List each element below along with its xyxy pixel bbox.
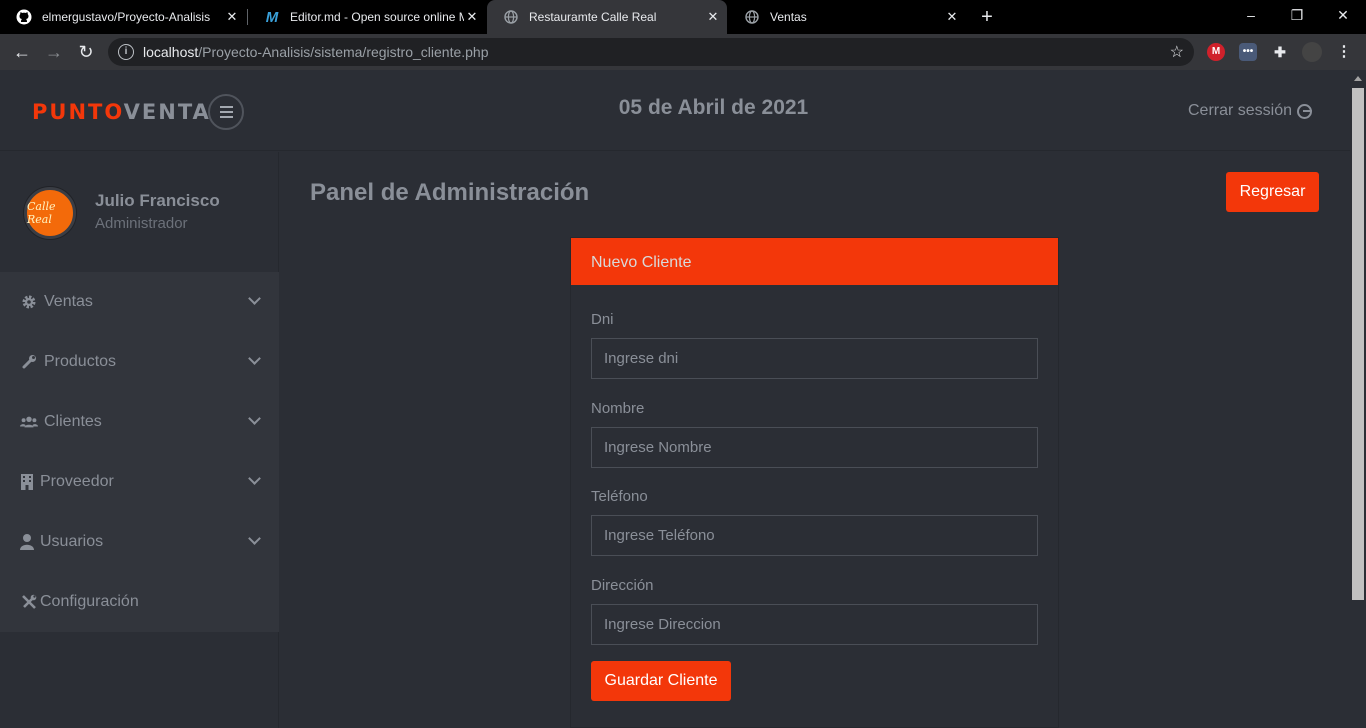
browser-tab-bar: elmergustavo/Proyecto-Analisis ✕ M Edito… xyxy=(0,0,1366,34)
chevron-down-icon xyxy=(248,532,261,545)
back-icon[interactable]: ← xyxy=(10,40,34,64)
chevron-down-icon xyxy=(248,472,261,485)
telefono-label: Teléfono xyxy=(591,488,648,505)
globe-icon xyxy=(744,9,760,25)
restore-icon[interactable]: ❐ xyxy=(1274,0,1320,30)
form-header: Nuevo Cliente xyxy=(571,238,1058,285)
sidebar-menu: Ventas Productos Clientes Proveedor Usua… xyxy=(0,272,279,632)
chevron-down-icon xyxy=(248,352,261,365)
scroll-thumb[interactable] xyxy=(1352,88,1364,600)
sidebar-item-ventas[interactable]: Ventas xyxy=(0,272,279,332)
logout-link[interactable]: Cerrar sessión xyxy=(1188,102,1313,120)
page-content: PUNTOVENTA 05 de Abril de 2021 Cerrar se… xyxy=(0,70,1350,728)
user-name: Julio Francisco xyxy=(95,191,220,210)
top-navbar: PUNTOVENTA 05 de Abril de 2021 Cerrar se… xyxy=(0,70,1350,151)
tab-label: Ventas xyxy=(770,10,807,24)
reload-icon[interactable]: ↻ xyxy=(74,40,98,64)
direccion-label: Dirección xyxy=(591,577,654,594)
url-bar[interactable]: i localhost/Proyecto-Analisis/sistema/re… xyxy=(108,38,1194,66)
close-window-icon[interactable]: ✕ xyxy=(1320,0,1366,30)
guardar-cliente-button[interactable]: Guardar Cliente xyxy=(591,661,731,701)
new-tab-icon[interactable]: + xyxy=(976,6,998,28)
page-scrollbar[interactable] xyxy=(1350,70,1366,728)
sidebar-item-label: Proveedor xyxy=(40,473,114,490)
user-profile: Calle Real Julio Francisco Administrador xyxy=(0,152,279,272)
sidebar-item-label: Configuración xyxy=(40,593,139,610)
page-title: Panel de Administración xyxy=(310,179,590,206)
forward-icon[interactable]: → xyxy=(42,40,66,64)
bookmark-star-icon[interactable]: ☆ xyxy=(1170,42,1184,62)
logout-icon xyxy=(1297,103,1313,119)
close-tab-icon[interactable]: ✕ xyxy=(705,9,721,25)
sidebar-item-clientes[interactable]: Clientes xyxy=(0,392,279,452)
tab-restaurante[interactable]: Restauramte Calle Real ✕ xyxy=(487,0,727,34)
site-info-icon[interactable]: i xyxy=(118,44,134,60)
sidebar-item-label: Clientes xyxy=(44,413,102,430)
new-client-form: Nuevo Cliente Dni Nombre Teléfono Direcc… xyxy=(570,237,1059,728)
dni-input[interactable] xyxy=(591,338,1038,379)
address-bar: ← → ↻ i localhost/Proyecto-Analisis/sist… xyxy=(0,34,1366,70)
tab-github[interactable]: elmergustavo/Proyecto-Analisis ✕ xyxy=(0,0,246,34)
sidebar-item-configuracion[interactable]: Configuración xyxy=(0,572,279,632)
editor-md-icon: M xyxy=(265,8,279,26)
tab-label: Restauramte Calle Real xyxy=(529,10,657,24)
logo[interactable]: PUNTOVENTA xyxy=(32,100,211,124)
minimize-icon[interactable]: – xyxy=(1228,0,1274,30)
sidebar-item-proveedor[interactable]: Proveedor xyxy=(0,452,279,512)
sidebar-item-label: Usuarios xyxy=(40,533,104,550)
chevron-down-icon xyxy=(248,292,261,305)
tab-ventas[interactable]: Ventas ✕ xyxy=(728,0,966,34)
dni-label: Dni xyxy=(591,311,614,328)
hamburger-menu-icon[interactable] xyxy=(208,94,244,130)
sidebar-item-usuarios[interactable]: Usuarios xyxy=(0,512,279,572)
close-tab-icon[interactable]: ✕ xyxy=(944,9,960,25)
tab-editor-md[interactable]: M Editor.md - Open source online M ✕ xyxy=(248,0,486,34)
user-icon xyxy=(20,533,34,551)
sidebar-item-productos[interactable]: Productos xyxy=(0,332,279,392)
sidebar-item-label: Ventas xyxy=(44,293,93,310)
chevron-down-icon xyxy=(248,412,261,425)
github-icon xyxy=(16,9,32,25)
mega-extension-icon[interactable]: M xyxy=(1207,43,1225,61)
tools-icon xyxy=(20,593,38,611)
tab-label: elmergustavo/Proyecto-Analisis xyxy=(42,10,211,24)
user-role: Administrador xyxy=(95,215,188,232)
sidebar-item-label: Productos xyxy=(44,353,117,370)
puzzle-icon[interactable]: ✚ xyxy=(1271,43,1289,61)
current-date: 05 de Abril de 2021 xyxy=(618,96,809,119)
close-tab-icon[interactable]: ✕ xyxy=(224,9,240,25)
direccion-input[interactable] xyxy=(591,604,1038,645)
tab-label: Editor.md - Open source online M xyxy=(290,10,464,24)
building-icon xyxy=(20,473,34,491)
close-tab-icon[interactable]: ✕ xyxy=(464,9,480,25)
url-text: localhost/Proyecto-Analisis/sistema/regi… xyxy=(143,44,489,60)
wrench-icon xyxy=(20,353,38,371)
nombre-label: Nombre xyxy=(591,400,645,417)
menu-dots-icon[interactable]: ⋮ xyxy=(1335,43,1353,61)
telefono-input[interactable] xyxy=(591,515,1038,556)
logout-label: Cerrar sessión xyxy=(1188,102,1293,119)
users-icon xyxy=(20,413,38,431)
profile-avatar-icon[interactable] xyxy=(1302,42,1322,62)
globe-icon xyxy=(503,9,519,25)
gear-icon xyxy=(20,293,38,311)
scroll-up-icon[interactable] xyxy=(1354,76,1362,81)
regresar-button[interactable]: Regresar xyxy=(1226,172,1319,212)
sidebar: Calle Real Julio Francisco Administrador… xyxy=(0,152,279,728)
nombre-input[interactable] xyxy=(591,427,1038,468)
extension-icon[interactable]: ••• xyxy=(1239,43,1257,61)
avatar: Calle Real xyxy=(24,187,76,239)
